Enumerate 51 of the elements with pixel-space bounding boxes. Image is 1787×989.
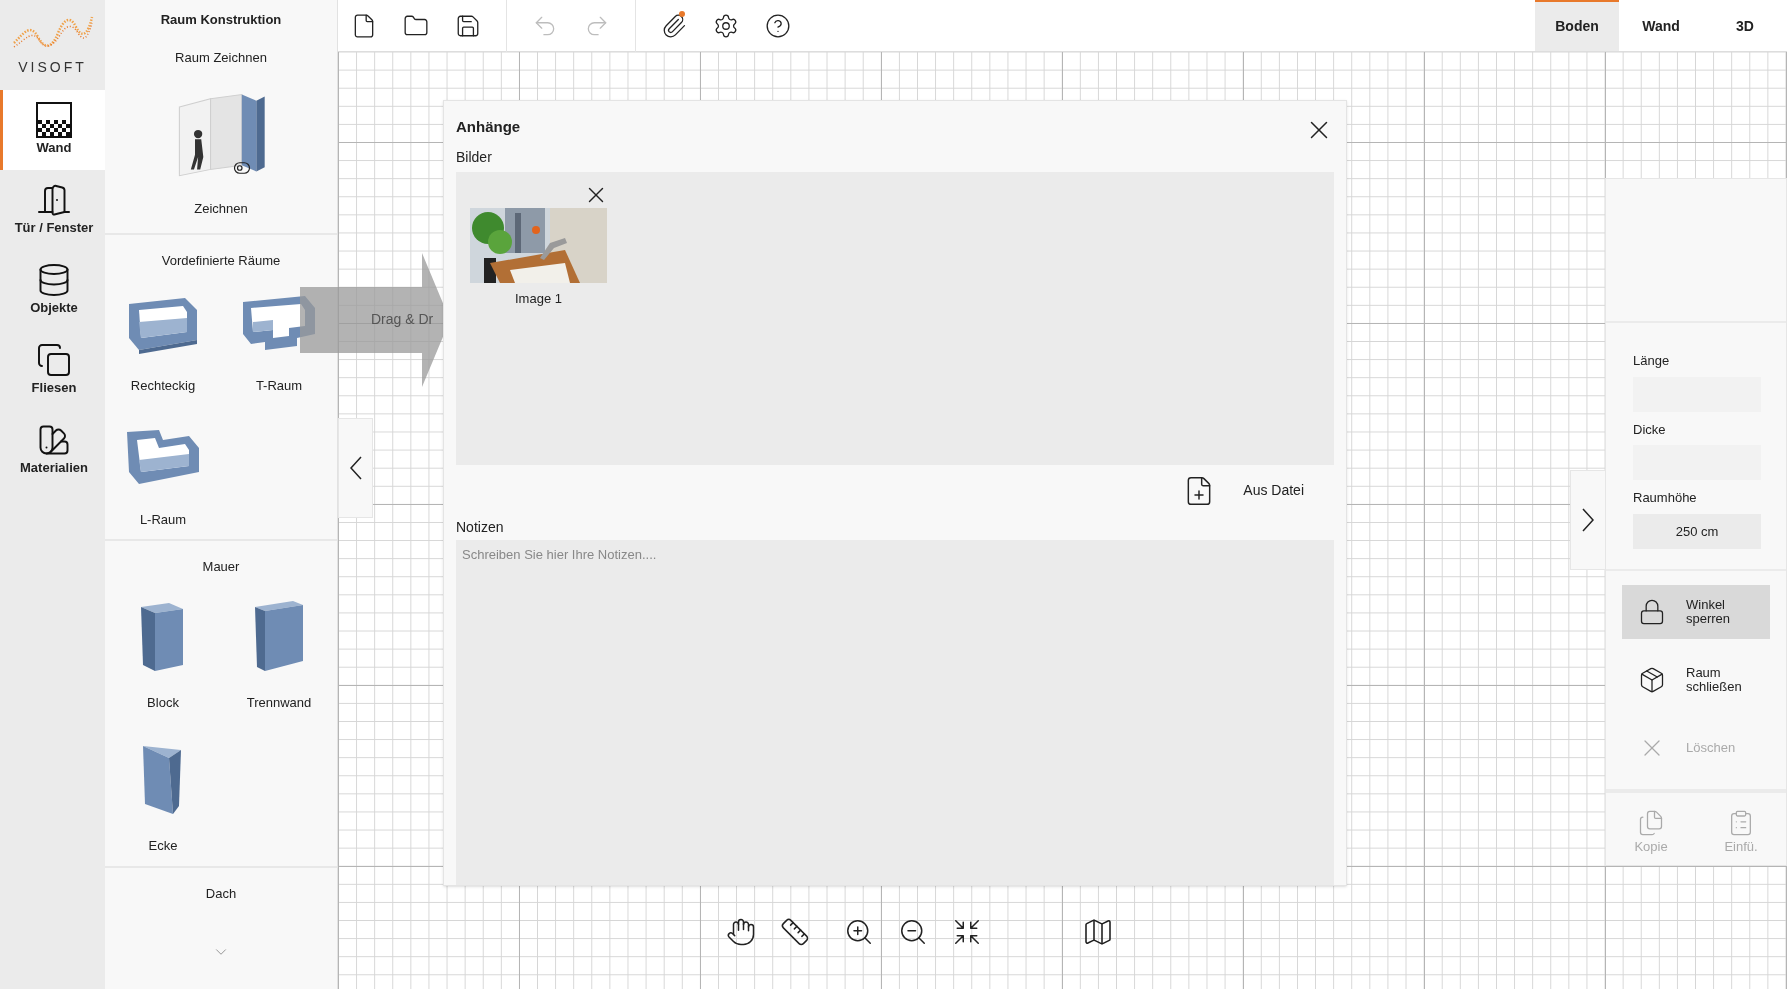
chevron-right-icon (1582, 508, 1594, 532)
shape-item[interactable]: Ecke (105, 738, 221, 856)
box-icon (1638, 665, 1666, 694)
shape-item[interactable]: Zeichnen (105, 85, 337, 219)
action-button[interactable]: Raum schließen (1622, 652, 1770, 707)
image-caption: Image 1 (515, 290, 562, 308)
section-title: Vordefinierte Räume (161, 251, 281, 270)
action-button: Löschen (1622, 720, 1770, 775)
zoom-out-icon (898, 917, 928, 947)
add-from-file-button[interactable]: Aus Datei (1183, 474, 1304, 507)
checkered-wall-icon (36, 102, 72, 139)
nav-item[interactable]: Wand (0, 90, 105, 170)
lock-icon (1638, 597, 1666, 626)
help-icon (765, 12, 791, 39)
property-field[interactable]: 250 cm (1633, 513, 1761, 549)
copy-icon (1637, 808, 1665, 837)
pan-button[interactable] (726, 917, 756, 947)
settings-icon (713, 12, 739, 39)
measure-button[interactable] (780, 917, 810, 947)
fit-button[interactable] (952, 917, 982, 947)
view-tab[interactable]: Boden (1535, 0, 1619, 51)
section-label: Notizen (456, 517, 505, 537)
zoom-in-button[interactable] (844, 917, 874, 947)
zoom-in-icon (844, 917, 874, 947)
paperclip-icon (661, 12, 687, 39)
action-button[interactable]: Winkel sperren (1622, 584, 1770, 639)
shape-item[interactable]: Trennwand (221, 594, 337, 712)
field-label: Raumhöhe (1633, 489, 1698, 507)
chevron-left-icon (349, 456, 362, 480)
shape-item[interactable]: Rechteckig (105, 288, 221, 396)
section-title: Raum Zeichnen (175, 48, 267, 67)
drag-hint-label: Drag & Dr (371, 310, 434, 329)
dialog-title: Anhänge (456, 116, 521, 137)
collapse-handle[interactable] (1570, 470, 1606, 570)
field-label: Länge (1633, 352, 1671, 370)
notes-field[interactable]: Schreiben Sie hier Ihre Notizen.... (456, 539, 1334, 885)
logo-text: VISOFT (18, 57, 87, 77)
field-label: Dicke (1633, 420, 1667, 439)
shape-item[interactable]: Block (105, 594, 221, 712)
zoom-out-button[interactable] (898, 917, 928, 947)
shrink-icon (952, 917, 982, 947)
tiles-icon (36, 342, 72, 379)
section-title: Mauer (202, 558, 240, 576)
section-title: Dach (205, 884, 237, 903)
ruler-icon (780, 917, 810, 947)
panel-title: Raum Konstruktion (159, 11, 283, 29)
hand-icon (726, 917, 756, 947)
toggle-icon (233, 159, 251, 177)
collapse-handle[interactable] (338, 418, 373, 518)
shape-item[interactable]: L-Raum (105, 421, 221, 529)
section-label: Bilder (456, 148, 493, 167)
